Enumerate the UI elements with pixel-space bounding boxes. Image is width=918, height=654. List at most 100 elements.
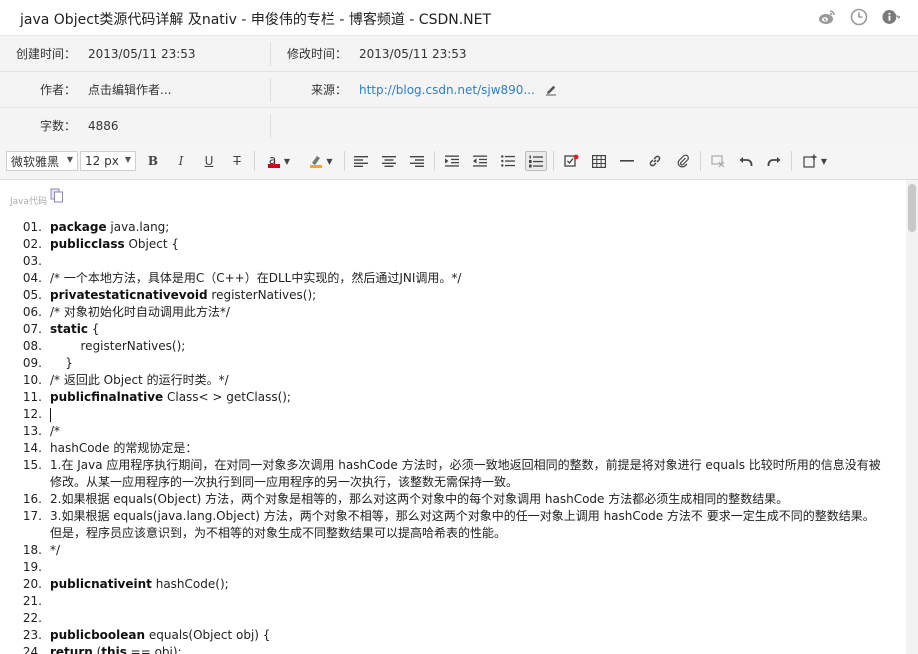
- weibo-icon[interactable]: [818, 8, 836, 26]
- meta-row-times: 创建时间： 2013/05/11 23:53 修改时间： 2013/05/11 …: [0, 36, 918, 72]
- code-text[interactable]: 1.在 Java 应用程序执行期间，在对同一对象多次调用 hashCode 方法…: [50, 457, 900, 491]
- code-line[interactable]: 11. publicfinalnative Class< > getClass()…: [0, 389, 900, 406]
- meta-row-author-source: 作者： 点击编辑作者... 来源： http://blog.csdn.net/s…: [0, 72, 918, 108]
- line-number: 11.: [22, 390, 42, 404]
- code-line[interactable]: 20. publicnativeint hashCode();: [0, 576, 900, 593]
- code-text[interactable]: [50, 610, 900, 627]
- strikethrough-button[interactable]: T: [226, 151, 248, 171]
- indent-button[interactable]: [441, 151, 463, 171]
- underline-button[interactable]: U: [198, 151, 220, 171]
- scrollbar-thumb[interactable]: [908, 184, 916, 232]
- chevron-down-icon: ▼: [326, 156, 333, 166]
- code-text[interactable]: 3.如果根据 equals(java.lang.Object) 方法，两个对象不…: [50, 508, 900, 542]
- code-line[interactable]: 17. 3.如果根据 equals(java.lang.Object) 方法，两个…: [0, 508, 900, 542]
- editor-body[interactable]: Java代码 01. package java.lang; 02. publiccla…: [0, 180, 906, 654]
- horizontal-rule-button[interactable]: [616, 151, 638, 171]
- insert-menu-button[interactable]: ▼: [798, 151, 832, 171]
- code-text[interactable]: publicnativeint hashCode();: [50, 576, 900, 593]
- italic-button[interactable]: I: [170, 151, 192, 171]
- author-field[interactable]: 点击编辑作者...: [88, 81, 171, 98]
- code-text[interactable]: [50, 253, 900, 270]
- link-button[interactable]: [644, 151, 666, 171]
- align-right-button[interactable]: [406, 151, 428, 171]
- code-line[interactable]: 06. /* 对象初始化时自动调用此方法*/: [0, 304, 900, 321]
- code-line[interactable]: 23. publicboolean equals(Object obj) {: [0, 627, 900, 644]
- font-color-button[interactable]: a ▼: [262, 151, 296, 171]
- redo-button[interactable]: [763, 151, 785, 171]
- code-line[interactable]: 03.: [0, 253, 900, 270]
- code-line[interactable]: 21.: [0, 593, 900, 610]
- font-family-select[interactable]: 微软雅黑 ▼: [6, 151, 78, 171]
- checkbox-button[interactable]: [560, 151, 582, 171]
- code-text[interactable]: static {: [50, 321, 900, 338]
- line-number: 02.: [22, 237, 42, 251]
- align-center-button[interactable]: [378, 151, 400, 171]
- table-button[interactable]: [588, 151, 610, 171]
- meta-divider: [270, 42, 271, 66]
- editor-scrollbar[interactable]: [906, 180, 918, 654]
- clock-icon[interactable]: [850, 8, 868, 26]
- code-text[interactable]: return (this == obj);: [50, 644, 900, 654]
- created-value: 2013/05/11 23:53: [88, 46, 196, 61]
- code-text[interactable]: [50, 593, 900, 610]
- code-line[interactable]: 09. }: [0, 355, 900, 372]
- code-text[interactable]: */: [50, 542, 900, 559]
- align-right-icon: [410, 156, 424, 167]
- code-text[interactable]: 2.如果根据 equals(Object) 方法，两个对象是相等的，那么对这两个…: [50, 491, 900, 508]
- code-line[interactable]: 02. publicclass Object {: [0, 236, 900, 253]
- code-text[interactable]: /* 返回此 Object 的运行时类。*/: [50, 372, 900, 389]
- line-number: 21.: [22, 594, 42, 608]
- code-line[interactable]: 07. static {: [0, 321, 900, 338]
- line-number: 23.: [22, 628, 42, 642]
- code-line[interactable]: 24. return (this == obj);: [0, 644, 900, 654]
- code-text[interactable]: registerNatives();: [50, 338, 900, 355]
- toolbar-separator: [434, 151, 435, 171]
- code-line[interactable]: 10. /* 返回此 Object 的运行时类。*/: [0, 372, 900, 389]
- code-text[interactable]: package java.lang;: [50, 219, 900, 236]
- code-text[interactable]: /*: [50, 423, 900, 440]
- code-line[interactable]: 13. /*: [0, 423, 900, 440]
- code-text[interactable]: /* 对象初始化时自动调用此方法*/: [50, 304, 900, 321]
- edit-pencil-icon[interactable]: [545, 84, 557, 96]
- undo-button[interactable]: [735, 151, 757, 171]
- code-text[interactable]: publicclass Object {: [50, 236, 900, 253]
- code-text[interactable]: [50, 559, 900, 576]
- code-line[interactable]: 15. 1.在 Java 应用程序执行期间，在对同一对象多次调用 hashCode…: [0, 457, 900, 491]
- code-line[interactable]: 16. 2.如果根据 equals(Object) 方法，两个对象是相等的，那么对…: [0, 491, 900, 508]
- code-line[interactable]: 14. hashCode 的常规协定是：: [0, 440, 900, 457]
- code-text[interactable]: publicboolean equals(Object obj) {: [50, 627, 900, 644]
- code-lines[interactable]: 01. package java.lang; 02. publicclass Obje…: [0, 219, 900, 654]
- toolbar-separator: [700, 151, 701, 171]
- source-link[interactable]: http://blog.csdn.net/sjw890...: [359, 83, 535, 97]
- attachment-button[interactable]: [672, 151, 694, 171]
- code-line[interactable]: 12.: [0, 406, 900, 423]
- bulleted-list-icon: [501, 155, 515, 167]
- code-text[interactable]: /* 一个本地方法，具体是用C（C++）在DLL中实现的，然后通过JNI调用。*…: [50, 270, 900, 287]
- highlight-color-button[interactable]: ▼: [304, 151, 338, 171]
- clear-format-button[interactable]: [707, 151, 729, 171]
- code-text[interactable]: [50, 406, 900, 423]
- note-title[interactable]: java Object类源代码详解 及nativ - 申俊伟的专栏 - 博客频道…: [20, 9, 491, 29]
- chevron-down-icon: ▼: [820, 156, 828, 166]
- code-line[interactable]: 04. /* 一个本地方法，具体是用C（C++）在DLL中实现的，然后通过JNI调…: [0, 270, 900, 287]
- outdent-button[interactable]: [469, 151, 491, 171]
- code-line[interactable]: 19.: [0, 559, 900, 576]
- code-text[interactable]: hashCode 的常规协定是：: [50, 440, 900, 457]
- code-line[interactable]: 05. privatestaticnativevoid registerNativ…: [0, 287, 900, 304]
- bulleted-list-button[interactable]: [497, 151, 519, 171]
- code-line[interactable]: 18. */: [0, 542, 900, 559]
- code-text[interactable]: publicfinalnative Class< > getClass();: [50, 389, 900, 406]
- align-left-button[interactable]: [350, 151, 372, 171]
- copy-code-icon[interactable]: [50, 188, 64, 207]
- code-text[interactable]: privatestaticnativevoid registerNatives(…: [50, 287, 900, 304]
- code-line[interactable]: 22.: [0, 610, 900, 627]
- insert-icon: [803, 154, 817, 168]
- bold-button[interactable]: B: [142, 151, 164, 171]
- code-line[interactable]: 01. package java.lang;: [0, 219, 900, 236]
- font-size-select[interactable]: 12 px ▼: [80, 151, 136, 171]
- numbered-list-button[interactable]: [525, 151, 547, 171]
- info-icon[interactable]: [882, 8, 900, 26]
- code-text[interactable]: }: [50, 355, 900, 372]
- numbered-list-icon: [529, 155, 543, 167]
- code-line[interactable]: 08. registerNatives();: [0, 338, 900, 355]
